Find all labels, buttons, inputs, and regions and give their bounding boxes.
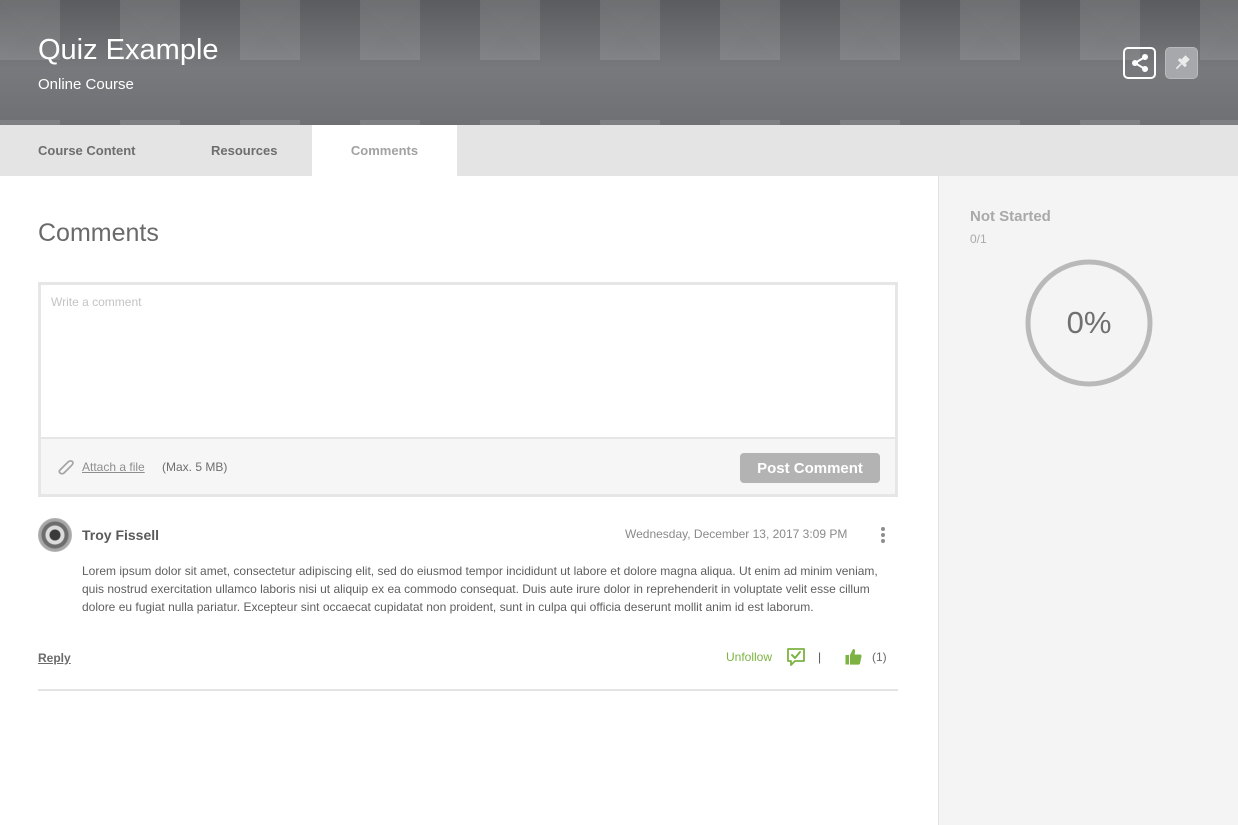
- attach-file-link[interactable]: Attach a file: [82, 460, 145, 474]
- unfollow-link[interactable]: Unfollow: [726, 650, 772, 664]
- pin-button[interactable]: [1165, 47, 1198, 79]
- comment-input[interactable]: [41, 285, 895, 437]
- action-separator: |: [818, 650, 822, 664]
- post-comment-button[interactable]: Post Comment: [740, 453, 880, 483]
- comment-author[interactable]: Troy Fissell: [82, 527, 159, 543]
- tab-comments[interactable]: Comments: [312, 125, 457, 176]
- share-button[interactable]: [1123, 47, 1156, 79]
- tab-course-content[interactable]: Course Content: [38, 125, 136, 176]
- thumbs-up-icon[interactable]: [845, 648, 862, 665]
- course-header: Quiz Example Online Course: [0, 0, 1238, 125]
- more-options-icon[interactable]: [878, 526, 888, 544]
- comment-body: Lorem ipsum dolor sit amet, consectetur …: [82, 564, 878, 614]
- share-icon: [1131, 54, 1148, 72]
- course-subtitle: Online Course: [38, 76, 134, 93]
- paperclip-icon: [58, 460, 74, 475]
- composer-footer: Attach a file (Max. 5 MB) Post Comment: [41, 437, 895, 494]
- tab-bar: Course Content Resources Comments: [0, 125, 1238, 176]
- follow-check-icon[interactable]: [786, 647, 806, 667]
- avatar: [38, 518, 72, 552]
- status-count: 0/1: [970, 232, 987, 246]
- reply-link[interactable]: Reply: [38, 651, 71, 665]
- progress-sidebar: Not Started 0/1 0%: [938, 176, 1238, 825]
- course-title: Quiz Example: [38, 34, 219, 66]
- comment-timestamp: Wednesday, December 13, 2017 3:09 PM: [625, 527, 848, 541]
- progress-percent: 0%: [1066, 305, 1112, 340]
- max-size-note: (Max. 5 MB): [162, 460, 228, 474]
- comment-divider: [38, 689, 898, 691]
- like-count: (1): [872, 650, 887, 664]
- status-label: Not Started: [970, 208, 1051, 225]
- tab-resources[interactable]: Resources: [211, 125, 277, 176]
- pin-icon: [1175, 55, 1190, 70]
- comment-composer: Attach a file (Max. 5 MB) Post Comment: [38, 282, 898, 497]
- page-title: Comments: [38, 219, 159, 247]
